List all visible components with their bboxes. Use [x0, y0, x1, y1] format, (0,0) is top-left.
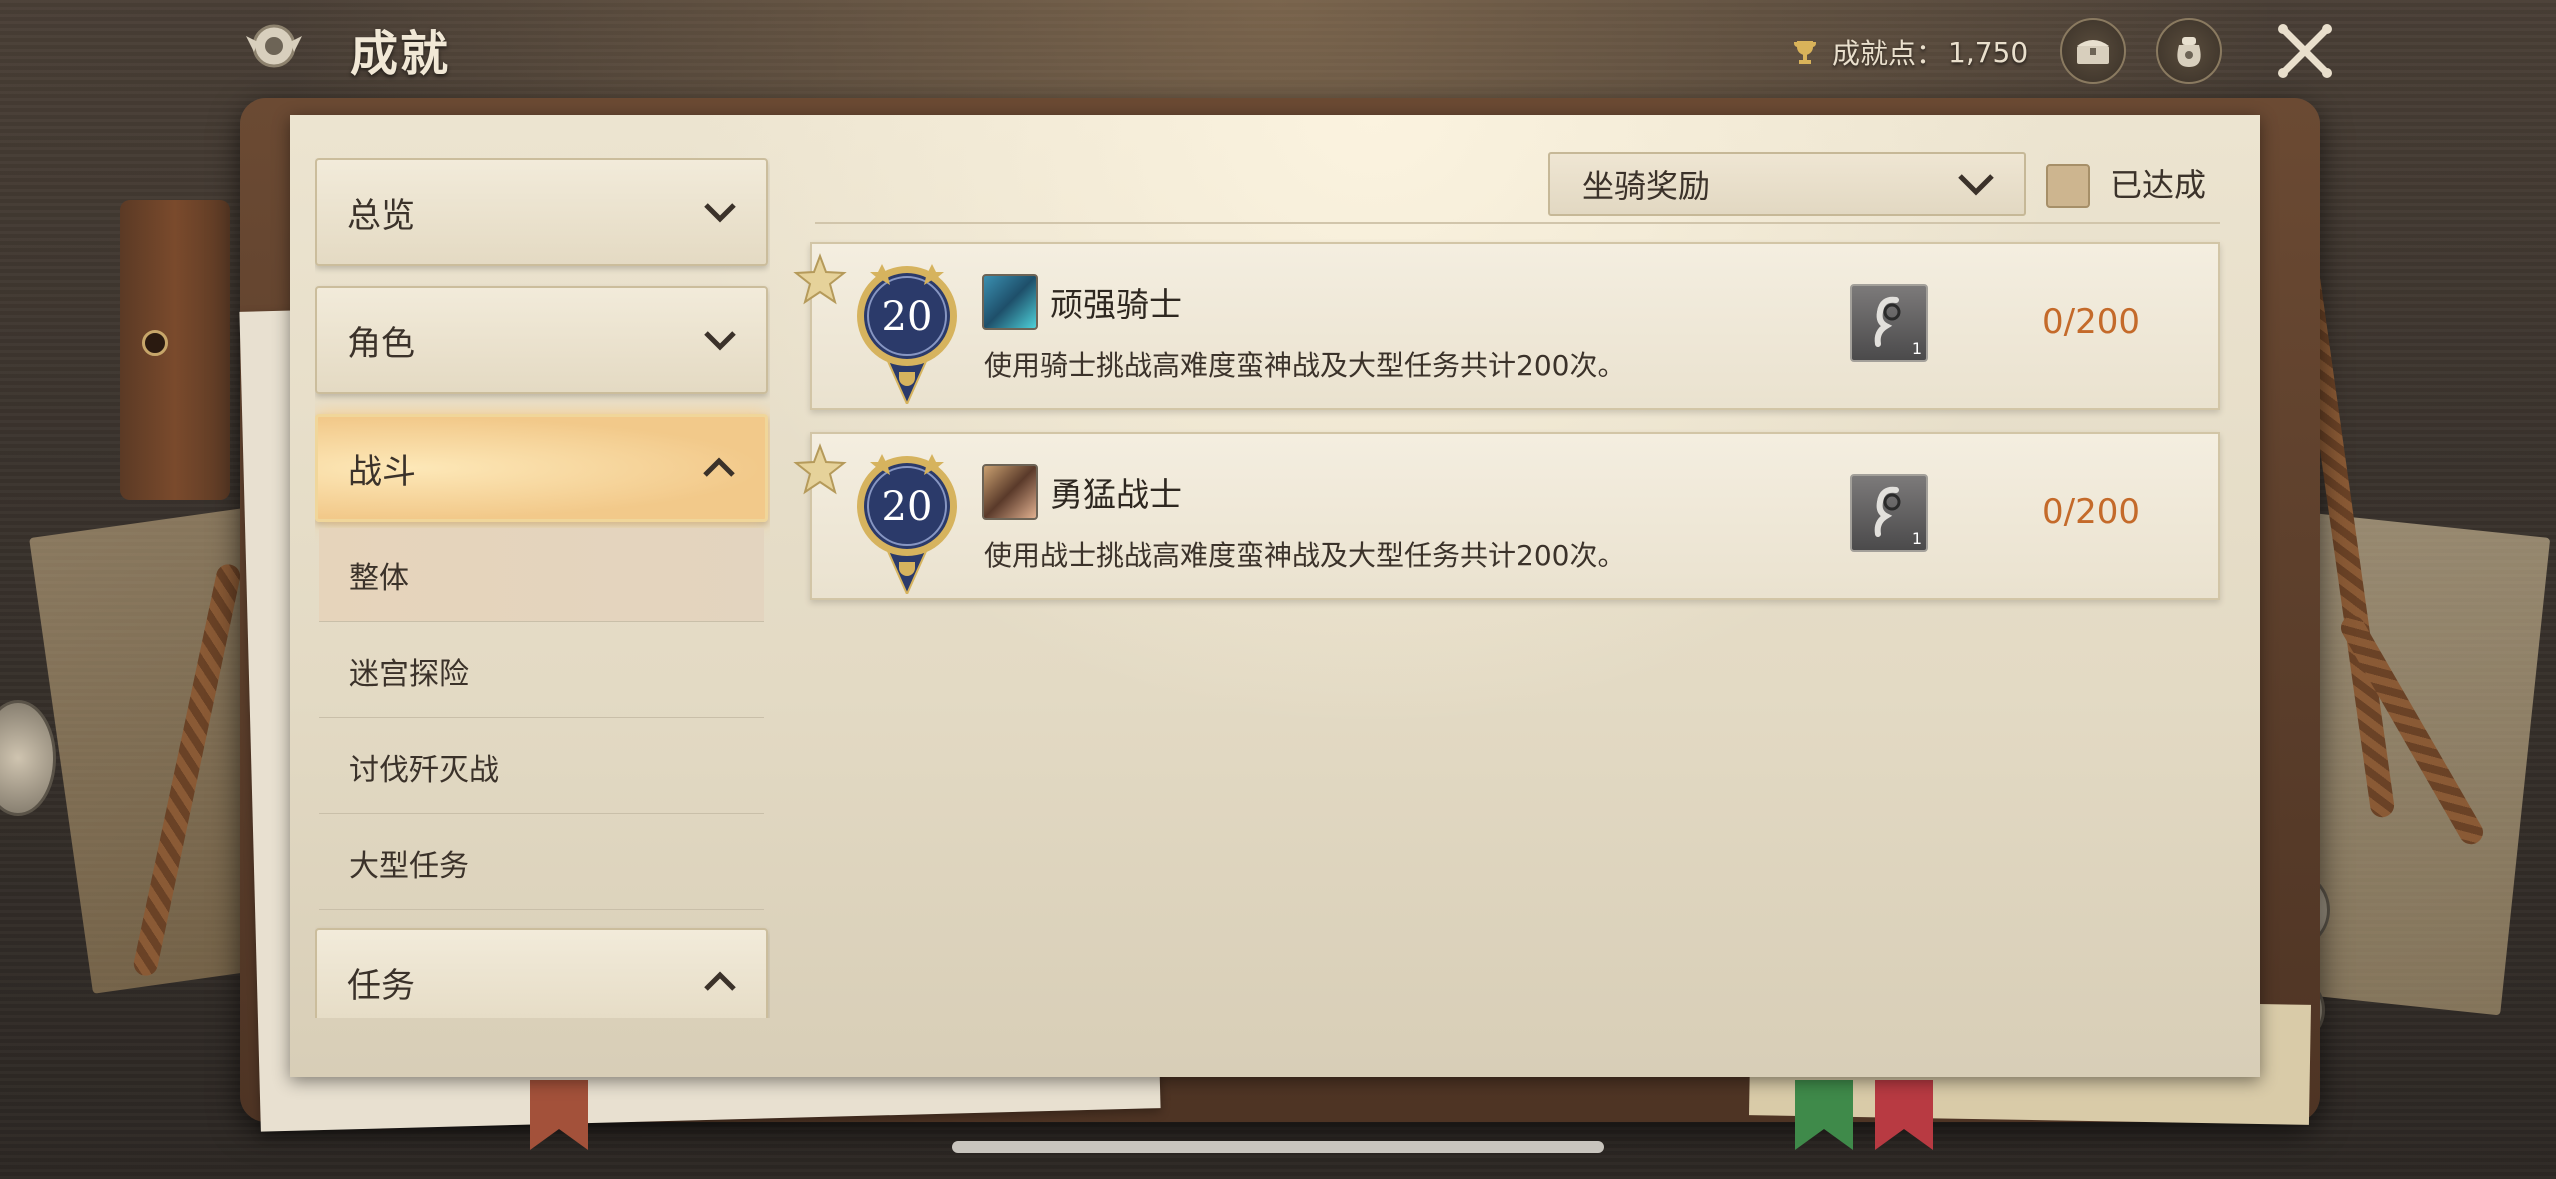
category-character[interactable]: 角色 [315, 286, 768, 394]
notebook-strap [120, 200, 230, 500]
achievement-card[interactable]: 20 勇猛战士 使用战士挑战高难度蛮神战及大型任务共计200次。 1 0/200 [793, 432, 2220, 600]
level-number: 20 [882, 294, 933, 340]
category-label: 总览 [347, 195, 415, 236]
reward-bag-button[interactable] [2156, 18, 2222, 84]
subcategory-dungeon[interactable]: 迷宫探险 [319, 624, 764, 718]
category-label: 角色 [347, 323, 415, 364]
knight-icon [982, 274, 1038, 330]
reward-item[interactable]: 1 [1850, 284, 1928, 362]
points-value: 1,750 [1948, 35, 2029, 69]
chest-icon [2077, 40, 2109, 64]
reward-filter-dropdown[interactable]: 坐骑奖励 [1548, 152, 2026, 216]
points-label: 成就点： [1832, 37, 1945, 70]
achievement-description: 使用战士挑战高难度蛮神战及大型任务共计200次。 [984, 539, 1626, 572]
achievement-progress: 0/200 [2042, 302, 2140, 342]
achievement-card[interactable]: 20 顽强骑士 使用骑士挑战高难度蛮神战及大型任务共计200次。 1 0/200 [793, 242, 2220, 410]
category-battle[interactable]: 战斗 [315, 414, 768, 522]
favorite-star-icon[interactable] [792, 442, 848, 498]
achievement-emblem-icon [240, 16, 308, 76]
chevron-down-icon [704, 203, 736, 223]
category-overview[interactable]: 总览 [315, 158, 768, 266]
warrior-icon [982, 464, 1038, 520]
subcategory-label: 整体 [349, 560, 409, 596]
subcategory-label: 讨伐歼灭战 [349, 752, 499, 788]
close-button[interactable] [2270, 16, 2340, 86]
level-number: 20 [882, 484, 933, 530]
reward-quantity: 1 [1911, 529, 1922, 548]
home-indicator[interactable] [952, 1141, 1604, 1153]
treasure-chest-button[interactable] [2060, 18, 2126, 84]
achievement-title: 顽强骑士 [1050, 285, 1182, 324]
level-badge-icon: 20 [857, 264, 957, 404]
subcategory-label: 大型任务 [349, 848, 469, 884]
achievement-description: 使用骑士挑战高难度蛮神战及大型任务共计200次。 [984, 349, 1626, 382]
chevron-down-icon [704, 331, 736, 351]
achievement-progress: 0/200 [2042, 492, 2140, 532]
level-badge-icon: 20 [857, 454, 957, 594]
top-bar: 成就 成就点： 1,750 [0, 0, 2556, 95]
subcategory-raids[interactable]: 大型任务 [319, 816, 764, 910]
close-icon [2278, 24, 2332, 78]
trophy-icon [1793, 41, 1817, 64]
achievement-title: 勇猛战士 [1050, 475, 1182, 514]
category-label: 任务 [347, 965, 415, 1006]
subcategory-overall[interactable]: 整体 [319, 528, 764, 622]
favorite-star-icon[interactable] [792, 252, 848, 308]
category-quests[interactable]: 任务 [315, 928, 768, 1018]
dropdown-selected-value: 坐骑奖励 [1582, 167, 1711, 205]
category-label: 战斗 [348, 451, 416, 492]
completed-label: 已达成 [2110, 166, 2207, 204]
reward-quantity: 1 [1911, 339, 1922, 358]
achievement-points: 成就点： 1,750 [1790, 32, 2028, 72]
chevron-down-icon [1958, 174, 1994, 196]
subcategory-label: 迷宫探险 [349, 656, 469, 692]
completed-checkbox[interactable] [2046, 164, 2090, 208]
bag-icon [2177, 37, 2201, 67]
category-sidebar: 总览 角色 战斗 整体 迷宫探险 讨伐歼灭战 大型任务 任务 [315, 158, 770, 1018]
divider [815, 222, 2220, 224]
chevron-up-icon [704, 971, 736, 991]
subcategory-trials[interactable]: 讨伐歼灭战 [319, 720, 764, 814]
chevron-up-icon [703, 457, 735, 477]
page-title: 成就 [350, 26, 451, 82]
reward-item[interactable]: 1 [1850, 474, 1928, 552]
